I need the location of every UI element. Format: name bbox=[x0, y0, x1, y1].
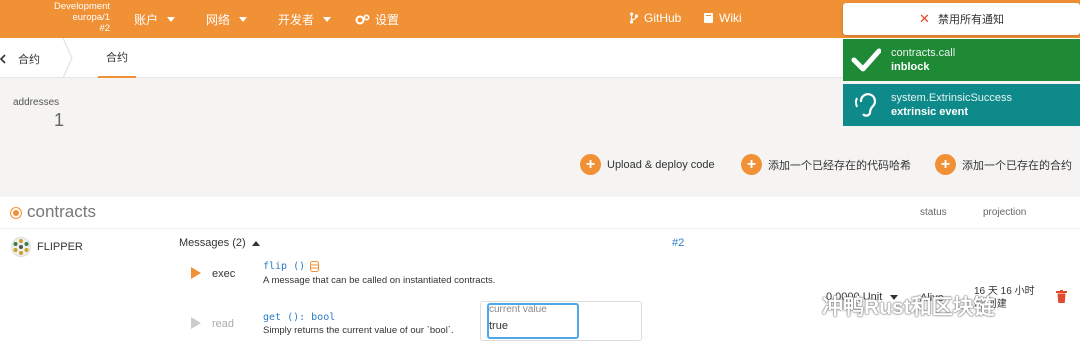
tab-separator bbox=[62, 38, 73, 78]
nav-developer[interactable]: 开发者 bbox=[278, 11, 332, 28]
nav-settings-label: 设置 bbox=[375, 13, 400, 27]
chevron-up-icon bbox=[251, 240, 260, 246]
message-get-signature: get (): bool bbox=[263, 312, 336, 323]
message-exec-label: exec bbox=[212, 268, 236, 280]
upload-deploy-button[interactable]: + Upload & deploy code bbox=[580, 154, 715, 175]
current-value-box: current value true bbox=[480, 301, 642, 341]
wechat-logo-icon bbox=[776, 291, 815, 320]
messages-label: Messages (2) bbox=[179, 237, 246, 249]
plus-icon: + bbox=[741, 154, 762, 175]
current-value: true bbox=[489, 320, 508, 332]
disable-notifications-button[interactable]: ✕ 禁用所有通知 bbox=[843, 3, 1080, 35]
add-contract-label: 添加一个已存在的合约 bbox=[962, 159, 1072, 172]
tab-contracts[interactable]: 合约 bbox=[98, 38, 136, 78]
notification-subtitle: extrinsic event bbox=[891, 106, 969, 118]
chain-name: Development bbox=[54, 1, 110, 12]
messages-toggle[interactable]: Messages (2) bbox=[179, 237, 260, 249]
contracts-title: contracts bbox=[27, 202, 96, 221]
hearing-icon bbox=[855, 93, 876, 117]
nav-settings[interactable]: 设置 bbox=[355, 11, 399, 28]
notification-extrinsic-success[interactable]: system.ExtrinsicSuccess extrinsic event bbox=[843, 84, 1080, 126]
contracts-dot-icon bbox=[11, 208, 21, 218]
gears-icon bbox=[355, 13, 370, 24]
nav-network-label: 网络 bbox=[206, 13, 231, 27]
add-code-hash-button[interactable]: + 添加一个已经存在的代码哈希 bbox=[741, 154, 911, 175]
notification-title: contracts.call bbox=[891, 47, 956, 59]
nav-github[interactable]: GitHub bbox=[629, 11, 681, 25]
branch-icon bbox=[629, 12, 639, 24]
chain-block: #2 bbox=[99, 23, 110, 34]
tab-section-contracts[interactable]: 合约 bbox=[0, 51, 40, 67]
message-get-description: Simply returns the current value of our … bbox=[263, 325, 454, 336]
add-contract-button[interactable]: + 添加一个已存在的合约 bbox=[935, 154, 1072, 175]
watermark: 冲鸭Rust和区块链 bbox=[776, 290, 995, 322]
notification-contracts-call[interactable]: contracts.call inblock bbox=[843, 39, 1080, 81]
addresses-value: 1 bbox=[54, 110, 65, 130]
nav-wiki[interactable]: Wiki bbox=[703, 11, 742, 25]
plus-icon: + bbox=[580, 154, 601, 175]
chevron-down-icon bbox=[167, 17, 176, 22]
identicon-icon bbox=[11, 237, 31, 257]
addresses-label: addresses bbox=[13, 97, 60, 108]
add-code-hash-label: 添加一个已经存在的代码哈希 bbox=[768, 159, 911, 172]
book-icon bbox=[704, 13, 713, 23]
nav-github-label: GitHub bbox=[644, 11, 682, 25]
nav-accounts-label: 账户 bbox=[134, 13, 159, 27]
current-value-label: current value bbox=[489, 304, 547, 315]
nav-wiki-label: Wiki bbox=[719, 11, 742, 25]
contracts-header: contracts status projection bbox=[0, 197, 1080, 229]
read-play-button[interactable] bbox=[191, 317, 201, 329]
database-icon bbox=[310, 261, 319, 272]
column-projection: projection bbox=[983, 207, 1027, 218]
notification-subtitle: inblock bbox=[891, 61, 930, 73]
checkmark-icon bbox=[851, 48, 881, 72]
contract-name: FLIPPER bbox=[37, 241, 83, 253]
message-flip-signature: flip () bbox=[263, 261, 306, 272]
disable-notifications-label: 禁用所有通知 bbox=[937, 14, 1004, 26]
chevron-down-icon bbox=[323, 17, 332, 22]
watermark-text: 冲鸭Rust和区块链 bbox=[822, 296, 995, 319]
block-link[interactable]: #2 bbox=[672, 237, 684, 249]
upload-deploy-label: Upload & deploy code bbox=[607, 158, 715, 171]
close-icon: ✕ bbox=[919, 11, 930, 26]
tab-section-label: 合约 bbox=[18, 54, 40, 66]
chain-selector[interactable]: Development europa/1 #2 bbox=[0, 0, 110, 34]
trash-icon[interactable] bbox=[1056, 290, 1067, 303]
column-status: status bbox=[920, 207, 947, 218]
nav-developer-label: 开发者 bbox=[278, 13, 315, 27]
message-read-label: read bbox=[212, 318, 235, 330]
code-icon bbox=[0, 54, 6, 64]
exec-play-button[interactable] bbox=[191, 267, 201, 279]
message-flip-description: A message that can be called on instanti… bbox=[263, 275, 496, 286]
plus-icon: + bbox=[935, 154, 956, 175]
chevron-down-icon bbox=[239, 17, 248, 22]
chain-version: europa/1 bbox=[72, 12, 110, 23]
notification-title: system.ExtrinsicSuccess bbox=[891, 92, 1013, 104]
nav-network[interactable]: 网络 bbox=[206, 11, 248, 28]
nav-accounts[interactable]: 账户 bbox=[134, 11, 176, 28]
